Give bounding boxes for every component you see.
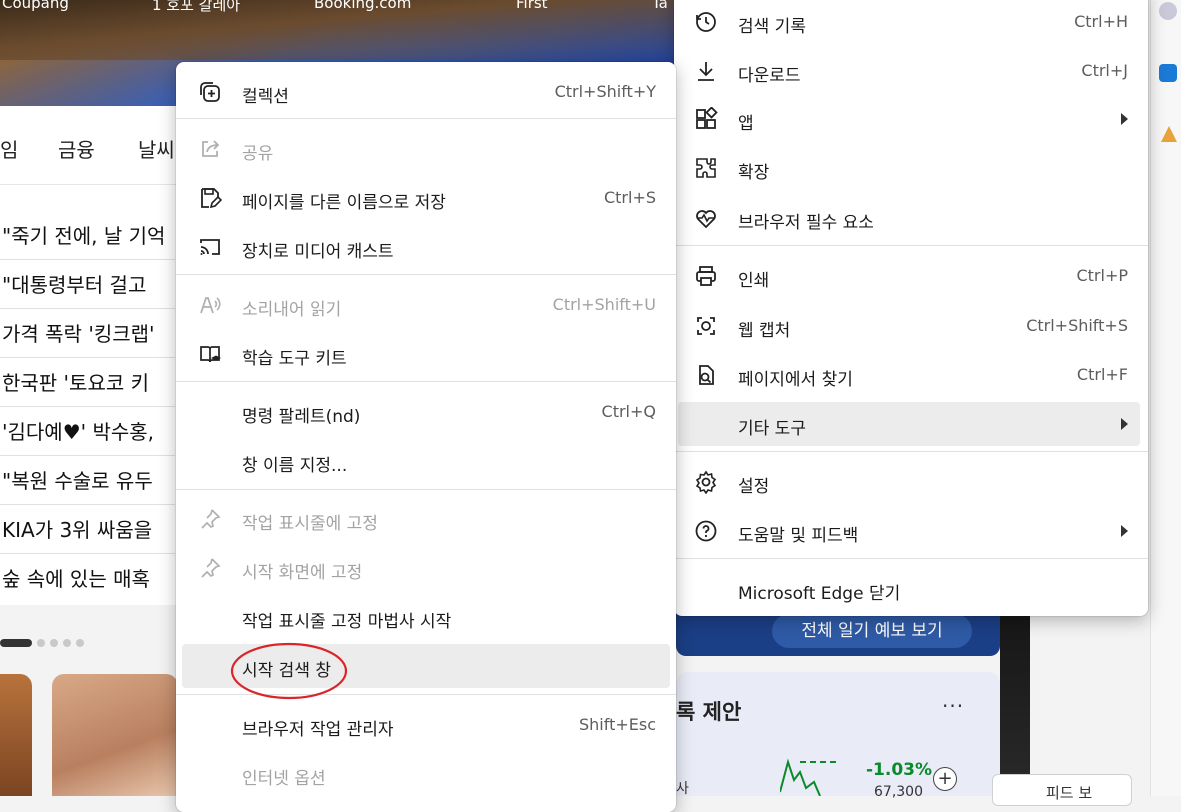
menu-item-browser-essentials[interactable]: 브라우저 필수 요소 <box>674 196 1148 240</box>
news-item[interactable]: "대통령부터 걸고 <box>2 269 146 298</box>
menu-item-history[interactable]: 검색 기록 Ctrl+H <box>674 0 1148 44</box>
browser-essentials-icon <box>696 210 716 229</box>
menu-item-save-page-as[interactable]: 페이지를 다른 이름으로 저장 Ctrl+S <box>176 176 676 220</box>
settings-icon <box>695 470 717 494</box>
menu-item-pin-taskbar[interactable]: 작업 표시줄에 고정 <box>176 497 676 541</box>
menu-item-internet-options[interactable]: 인터넷 옵션 <box>176 752 676 796</box>
menu-item-settings[interactable]: 설정 <box>674 460 1148 504</box>
chevron-right-icon <box>1121 113 1128 125</box>
save-as-icon <box>201 188 222 209</box>
menu-item-print[interactable]: 인쇄 Ctrl+P <box>674 254 1148 298</box>
menu-item-read-aloud[interactable]: 소리내어 읽기 Ctrl+Shift+U <box>176 283 676 327</box>
print-icon <box>696 266 716 286</box>
read-aloud-icon <box>200 297 221 314</box>
menu-item-pin-wizard[interactable]: 작업 표시줄 고정 마법사 시작 <box>176 595 676 639</box>
chevron-right-icon <box>1121 418 1128 430</box>
favorite-coupang[interactable]: Coupang <box>2 0 69 12</box>
menu-item-task-manager[interactable]: 브라우저 작업 관리자 Shift+Esc <box>176 703 676 747</box>
chevron-right-icon <box>1121 525 1128 537</box>
feed-button-label: 피드 보 <box>1046 784 1093 802</box>
menu-item-help-feedback[interactable]: 도움말 및 피드백 <box>674 509 1148 553</box>
menu-item-more-tools[interactable]: 기타 도구 <box>678 402 1140 446</box>
menu-item-collections[interactable]: 컬렉션 Ctrl+Shift+Y <box>176 70 676 114</box>
learning-toolkit-icon <box>200 346 221 363</box>
more-options-icon[interactable]: ··· <box>942 694 964 718</box>
menu-item-web-capture[interactable]: 웹 캡처 Ctrl+Shift+S <box>674 304 1148 348</box>
category-finance[interactable]: 금융 <box>58 134 95 163</box>
copilot-icon[interactable] <box>1159 2 1177 20</box>
share-icon <box>202 140 220 157</box>
menu-item-find-on-page[interactable]: 페이지에서 찾기 Ctrl+F <box>674 353 1148 397</box>
background-image <box>1000 600 1030 796</box>
news-card-image[interactable] <box>52 674 178 796</box>
news-item[interactable]: "죽기 전에, 날 기억 <box>2 220 165 249</box>
stock-price: 67,300 <box>874 784 923 800</box>
menu-item-share[interactable]: 공유 <box>176 127 676 171</box>
news-item[interactable]: KIA가 3위 싸움을 <box>2 514 152 543</box>
stock-card-title: 록 제안 <box>676 700 742 724</box>
carousel-dots[interactable] <box>0 632 89 651</box>
menu-item-command-palette[interactable]: 명령 팔레트(nd) Ctrl+Q <box>176 390 676 434</box>
news-item[interactable]: "복원 수술로 유두 <box>2 465 153 494</box>
download-icon <box>698 62 714 81</box>
menu-item-cast-media[interactable]: 장치로 미디어 캐스트 <box>176 225 676 269</box>
browser-main-menu: 검색 기록 Ctrl+H 다운로드 Ctrl+J 앱 확장 브라우저 필수 요소… <box>674 0 1148 616</box>
menu-item-extensions[interactable]: 확장 <box>674 146 1148 190</box>
pin-icon <box>201 509 221 529</box>
category-game[interactable]: 임 <box>0 134 18 163</box>
menu-item-learning-toolkit[interactable]: 학습 도구 키트 <box>176 332 676 376</box>
help-icon <box>695 520 717 542</box>
menu-item-name-window[interactable]: 창 이름 지정... <box>176 439 676 483</box>
favorite-ta[interactable]: Ta <box>652 0 668 12</box>
stock-change: -1.03% <box>866 760 933 780</box>
menu-item-downloads[interactable]: 다운로드 Ctrl+J <box>674 49 1148 93</box>
tools-icon[interactable] <box>1161 126 1177 142</box>
full-forecast-button[interactable]: 전체 일기 예보 보기 <box>772 614 972 648</box>
menu-item-close-edge[interactable]: Microsoft Edge 닫기 <box>674 567 1148 611</box>
news-card-image[interactable] <box>0 674 32 796</box>
annotation-ellipse <box>230 642 348 700</box>
outlook-icon[interactable] <box>1159 64 1177 82</box>
news-item[interactable]: 한국판 '토요코 키 <box>2 367 149 396</box>
history-icon <box>696 12 716 32</box>
favorite-item-2[interactable]: 1 호포 갈레아 <box>152 0 240 15</box>
find-icon <box>699 365 714 385</box>
sidebar <box>1150 0 1181 796</box>
favorite-first[interactable]: First <box>516 0 548 12</box>
favorite-booking[interactable]: Booking.com <box>314 0 411 12</box>
category-weather[interactable]: 날씨 <box>138 134 175 163</box>
menu-item-apps[interactable]: 앱 <box>674 97 1148 141</box>
news-item[interactable]: 가격 폭락 '킹크랩' <box>2 318 155 347</box>
stock-name: 사 <box>676 781 689 797</box>
news-item[interactable]: 숲 속에 있는 매혹 <box>2 563 150 592</box>
menu-item-pin-start[interactable]: 시작 화면에 고정 <box>176 546 676 590</box>
pin-icon <box>201 558 221 578</box>
collections-icon <box>200 82 220 102</box>
web-capture-icon <box>697 317 715 335</box>
apps-icon <box>696 107 718 129</box>
extensions-icon <box>696 158 716 178</box>
cast-icon <box>200 239 220 255</box>
add-stock-button[interactable]: + <box>933 767 957 791</box>
news-item[interactable]: '김다예♥' 박수홍, <box>2 416 154 445</box>
stock-sparkline <box>780 758 838 796</box>
